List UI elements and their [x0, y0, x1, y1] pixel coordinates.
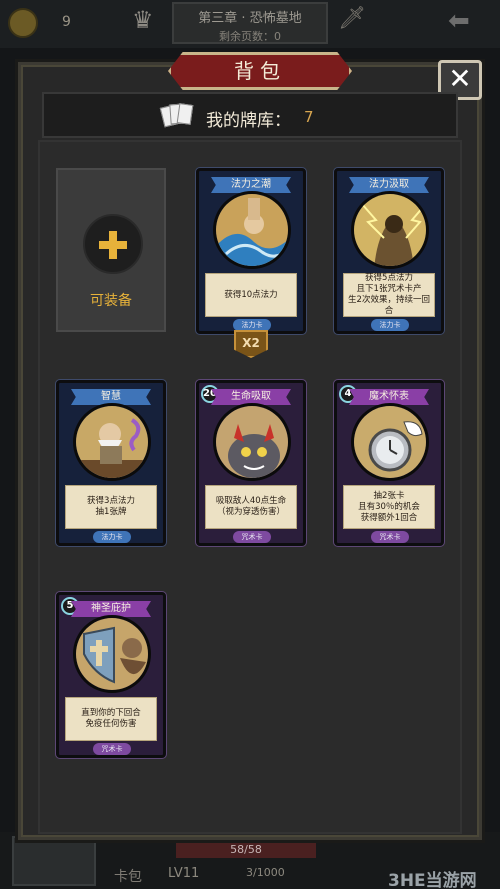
watermark: 3HE当游网 — [388, 871, 477, 889]
level-label: LV11 — [168, 866, 200, 881]
back-arrow-icon[interactable]: ⬅ — [448, 6, 470, 36]
card-wisdom[interactable]: 智慧 获得3点法力 抽1张牌 法力卡 — [56, 380, 166, 546]
equip-label: 可装备 — [90, 293, 132, 309]
card-type: 咒术卡 — [371, 531, 409, 543]
deck-label: 我的牌库： — [206, 111, 291, 131]
pages-left: 剩余页数：0 — [219, 30, 281, 43]
card-type: 咒术卡 — [233, 531, 271, 543]
deck-header: 我的牌库： 7 — [42, 92, 458, 138]
sword-icon[interactable]: 🗡 — [338, 6, 366, 31]
panel-title: 背包 — [234, 59, 286, 83]
chapter-title: 第三章 · 恐怖墓地 — [198, 11, 302, 26]
card-art — [213, 191, 291, 269]
card-description: 获得5点法力 且下1张咒术卡产 生2次效果，持续一回合 — [343, 273, 435, 317]
card-type: 咒术卡 — [93, 743, 131, 755]
card-art — [73, 403, 151, 481]
chapter-banner: 第三章 · 恐怖墓地 剩余页数：0 — [172, 2, 328, 44]
card-mana-drain[interactable]: 法力汲取 获得5点法力 且下1张咒术卡产 生2次效果，持续一回合 法力卡 — [334, 168, 444, 334]
plus-icon — [83, 214, 143, 274]
bag-label[interactable]: 卡包 — [114, 866, 142, 886]
coin-icon — [8, 8, 38, 38]
card-mana-tide[interactable]: 法力之潮 获得10点法力 法力卡 — [196, 168, 306, 334]
card-art — [213, 403, 291, 481]
card-divine-protection[interactable]: 5 神圣庇护 直到你的下回合 免疫任何伤害 咒术卡 — [56, 592, 166, 758]
card-art — [351, 191, 429, 269]
card-type: 法力卡 — [233, 319, 271, 331]
card-type: 法力卡 — [93, 531, 131, 543]
crown-icon[interactable]: ♛ — [132, 6, 166, 36]
card-description: 抽2张卡 且有30％的机会 获得额外1回合 — [343, 485, 435, 529]
bottom-hud: 58/58 卡包 LV11 3/1000 3HE当游网 — [0, 832, 500, 889]
card-type: 法力卡 — [371, 319, 409, 331]
panel-title-banner: 背包 — [168, 52, 352, 90]
cards-icon — [159, 102, 194, 128]
card-description: 直到你的下回合 免疫任何伤害 — [65, 697, 157, 741]
exp-label: 3/1000 — [246, 866, 285, 879]
card-life-drain[interactable]: 20 生命吸取 吸取敌人40点生命 （视为穿透伤害） 咒术卡 — [196, 380, 306, 546]
card-art — [351, 403, 429, 481]
card-description: 吸取敌人40点生命 （视为穿透伤害） — [205, 485, 297, 529]
card-magic-pocket-watch[interactable]: 4 魔术怀表 抽2张卡 且有30％的机会 获得额外1回合 咒术卡 — [334, 380, 444, 546]
top-hud: 9 ♛ 第三章 · 恐怖墓地 剩余页数：0 🗡 ⬅ — [0, 0, 500, 48]
card-description: 获得10点法力 — [205, 273, 297, 317]
deck-button[interactable] — [12, 836, 96, 886]
coin-count: 9 — [62, 14, 71, 30]
deck-count: 7 — [304, 108, 314, 126]
card-art — [73, 615, 151, 693]
card-description: 获得3点法力 抽1张牌 — [65, 485, 157, 529]
equip-slot[interactable]: 可装备 — [56, 168, 166, 332]
hp-bar: 58/58 — [176, 842, 316, 858]
